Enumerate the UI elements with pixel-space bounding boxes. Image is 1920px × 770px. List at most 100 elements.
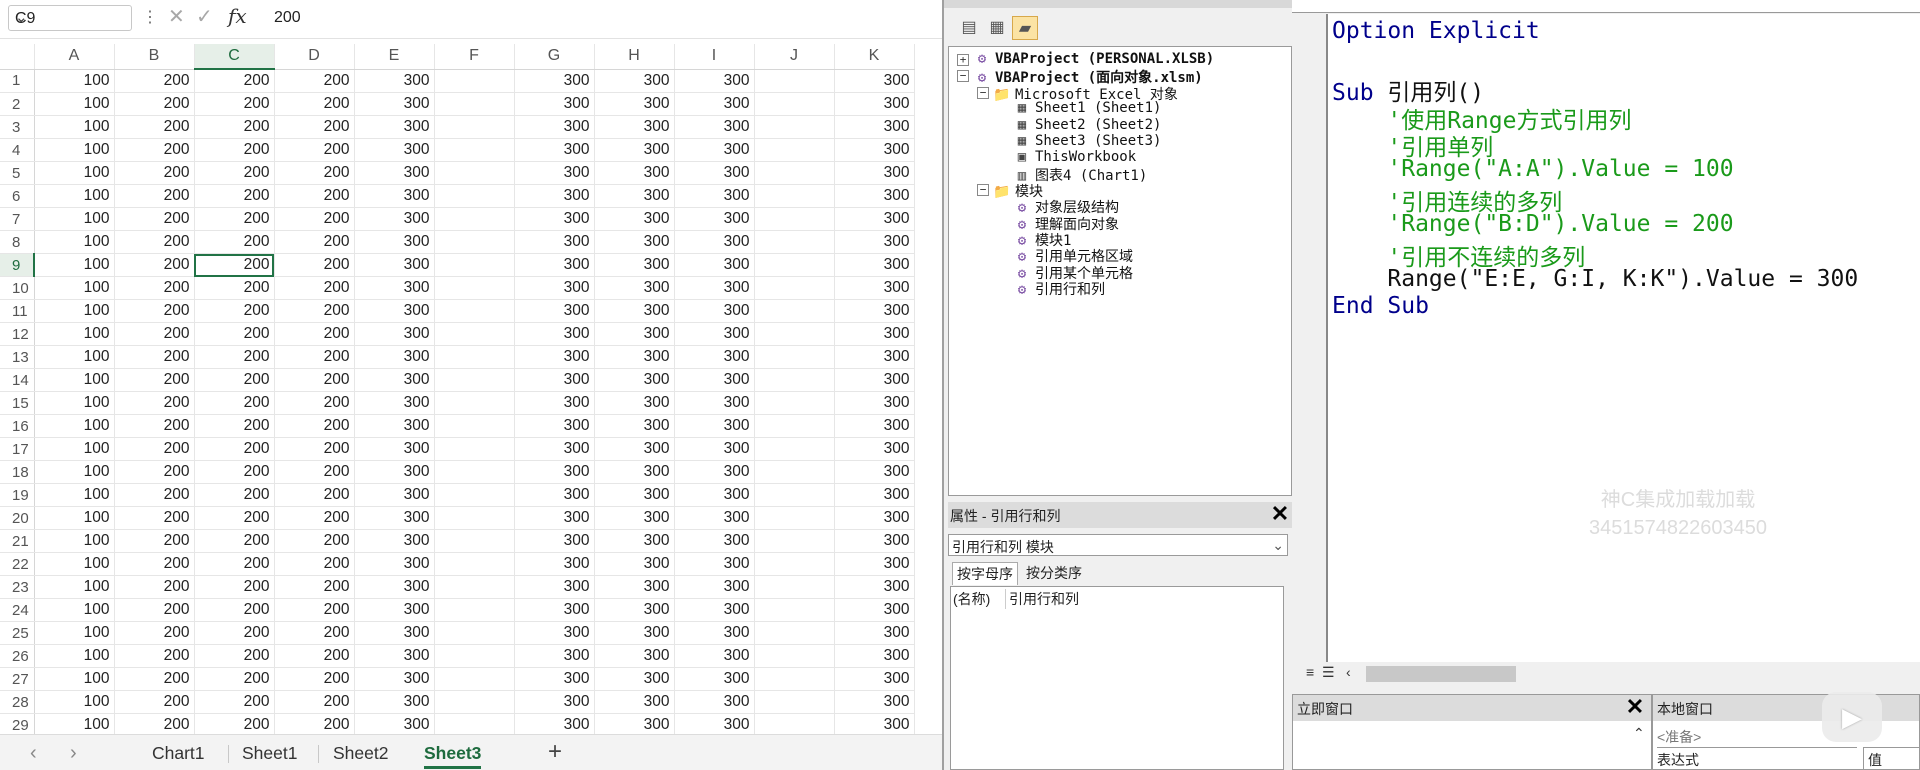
cell-e7[interactable]: 300 — [354, 207, 435, 231]
cell-j21[interactable] — [754, 529, 835, 553]
cell-g22[interactable]: 300 — [514, 552, 595, 576]
cell-a1[interactable]: 100 — [34, 69, 115, 93]
cell-j1[interactable] — [754, 69, 835, 93]
row-header[interactable]: 26 — [0, 644, 35, 668]
cell-g7[interactable]: 300 — [514, 207, 595, 231]
expand-icon[interactable]: + — [957, 54, 969, 66]
cell-g28[interactable]: 300 — [514, 690, 595, 714]
cell-d29[interactable]: 200 — [274, 713, 355, 734]
formula-input[interactable]: 200 — [274, 9, 301, 27]
cell-j8[interactable] — [754, 230, 835, 254]
cell-g19[interactable]: 300 — [514, 483, 595, 507]
view-code-icon[interactable]: ▤ — [956, 16, 982, 40]
cell-g24[interactable]: 300 — [514, 598, 595, 622]
cell-j26[interactable] — [754, 644, 835, 668]
cell-i25[interactable]: 300 — [674, 621, 755, 645]
cell-h13[interactable]: 300 — [594, 345, 675, 369]
cell-f7[interactable] — [434, 207, 515, 231]
column-header-d[interactable]: D — [274, 44, 355, 70]
cell-j19[interactable] — [754, 483, 835, 507]
cell-j29[interactable] — [754, 713, 835, 734]
cell-e10[interactable]: 300 — [354, 276, 435, 300]
row-header[interactable]: 2 — [0, 92, 35, 116]
cell-f14[interactable] — [434, 368, 515, 392]
tree-sheet3[interactable]: ▦ Sheet3 (Sheet3) — [1013, 133, 1162, 149]
column-header-i[interactable]: I — [674, 44, 755, 70]
cell-c1[interactable]: 200 — [194, 69, 275, 93]
cell-d9[interactable]: 200 — [274, 253, 355, 277]
cell-d22[interactable]: 200 — [274, 552, 355, 576]
cell-a24[interactable]: 100 — [34, 598, 115, 622]
prev-sheet-icon[interactable]: ‹ — [30, 742, 37, 765]
cell-c18[interactable]: 200 — [194, 460, 275, 484]
cell-g20[interactable]: 300 — [514, 506, 595, 530]
column-header-g[interactable]: G — [514, 44, 595, 70]
column-header-j[interactable]: J — [754, 44, 835, 70]
tree-thisworkbook[interactable]: ▣ ThisWorkbook — [1013, 149, 1136, 165]
cell-k20[interactable]: 300 — [834, 506, 915, 530]
cell-j3[interactable] — [754, 115, 835, 139]
cell-a19[interactable]: 100 — [34, 483, 115, 507]
row-header[interactable]: 14 — [0, 368, 35, 392]
cell-i5[interactable]: 300 — [674, 161, 755, 185]
collapse-icon[interactable]: − — [957, 70, 969, 82]
row-header[interactable]: 24 — [0, 598, 35, 622]
close-immediate-icon[interactable]: ✕ — [1623, 696, 1647, 720]
cell-f20[interactable] — [434, 506, 515, 530]
cell-f21[interactable] — [434, 529, 515, 553]
cell-g16[interactable]: 300 — [514, 414, 595, 438]
cell-a28[interactable]: 100 — [34, 690, 115, 714]
cell-i29[interactable]: 300 — [674, 713, 755, 734]
cell-f3[interactable] — [434, 115, 515, 139]
cell-b27[interactable]: 200 — [114, 667, 195, 691]
row-header[interactable]: 8 — [0, 230, 35, 254]
cell-f18[interactable] — [434, 460, 515, 484]
cell-j13[interactable] — [754, 345, 835, 369]
cell-h1[interactable]: 300 — [594, 69, 675, 93]
cancel-icon[interactable]: ✕ — [168, 4, 185, 29]
cell-table[interactable]: ABCDEFGHIJK 1 100 200 200 200 300 300 300 300 300… — [0, 44, 915, 734]
cell-k28[interactable]: 300 — [834, 690, 915, 714]
cell-d4[interactable]: 200 — [274, 138, 355, 162]
cell-e9[interactable]: 300 — [354, 253, 435, 277]
cell-k4[interactable]: 300 — [834, 138, 915, 162]
cell-g4[interactable]: 300 — [514, 138, 595, 162]
row-header[interactable]: 19 — [0, 483, 35, 507]
cell-d24[interactable]: 200 — [274, 598, 355, 622]
row-header[interactable]: 12 — [0, 322, 35, 346]
cell-i14[interactable]: 300 — [674, 368, 755, 392]
cell-b25[interactable]: 200 — [114, 621, 195, 645]
cell-g23[interactable]: 300 — [514, 575, 595, 599]
cell-g9[interactable]: 300 — [514, 253, 595, 277]
play-icon[interactable]: ▶ — [1822, 692, 1882, 742]
cell-i2[interactable]: 300 — [674, 92, 755, 116]
cell-k25[interactable]: 300 — [834, 621, 915, 645]
cell-g25[interactable]: 300 — [514, 621, 595, 645]
cell-e25[interactable]: 300 — [354, 621, 435, 645]
cell-d11[interactable]: 200 — [274, 299, 355, 323]
cell-g3[interactable]: 300 — [514, 115, 595, 139]
cell-e4[interactable]: 300 — [354, 138, 435, 162]
code-line[interactable]: Option Explicit — [1332, 18, 1540, 44]
cell-d5[interactable]: 200 — [274, 161, 355, 185]
cell-k17[interactable]: 300 — [834, 437, 915, 461]
cell-b4[interactable]: 200 — [114, 138, 195, 162]
cell-a6[interactable]: 100 — [34, 184, 115, 208]
cell-c17[interactable]: 200 — [194, 437, 275, 461]
cell-h6[interactable]: 300 — [594, 184, 675, 208]
cell-f17[interactable] — [434, 437, 515, 461]
cell-d1[interactable]: 200 — [274, 69, 355, 93]
module-view-icon[interactable]: ☰ — [1322, 664, 1335, 681]
cell-i13[interactable]: 300 — [674, 345, 755, 369]
cell-k15[interactable]: 300 — [834, 391, 915, 415]
cell-a4[interactable]: 100 — [34, 138, 115, 162]
cell-b12[interactable]: 200 — [114, 322, 195, 346]
cell-d16[interactable]: 200 — [274, 414, 355, 438]
row-header[interactable]: 28 — [0, 690, 35, 714]
row-header[interactable]: 18 — [0, 460, 35, 484]
toggle-folders-icon[interactable]: ▰ — [1012, 16, 1038, 40]
cell-c8[interactable]: 200 — [194, 230, 275, 254]
row-header[interactable]: 16 — [0, 414, 35, 438]
cell-g11[interactable]: 300 — [514, 299, 595, 323]
cell-a14[interactable]: 100 — [34, 368, 115, 392]
